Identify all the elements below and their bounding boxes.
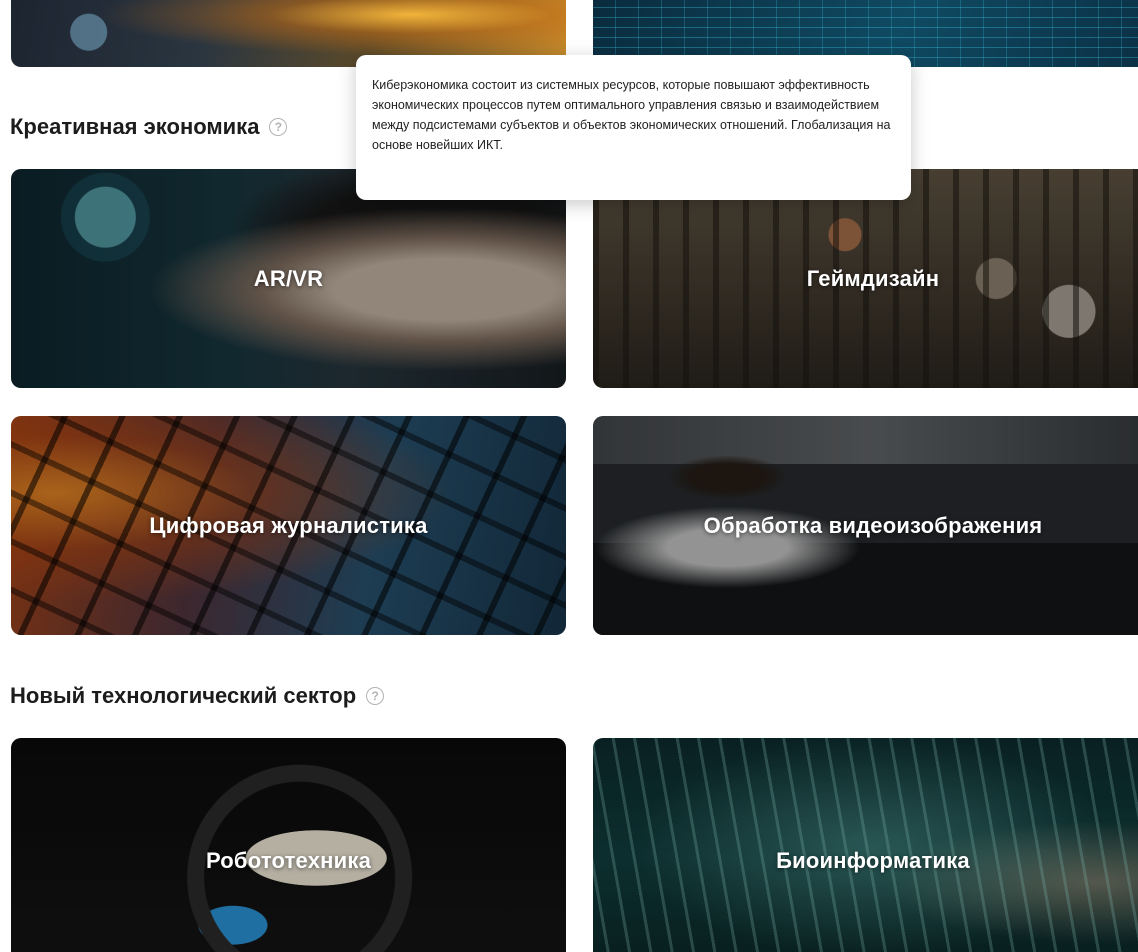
card-label: Обработка видеоизображения — [703, 512, 1043, 538]
card-label: Биоинформатика — [776, 848, 970, 873]
card-digital-journalism[interactable]: Цифровая журналистика — [11, 416, 566, 635]
tooltip-text: Киберэкономика состоит из системных ресу… — [372, 78, 891, 152]
card-label: AR/VR — [253, 265, 324, 291]
card-overlay — [593, 738, 1138, 952]
card-game-design[interactable]: Геймдизайн — [593, 169, 1138, 388]
tooltip-popover: Киберэкономика состоит из системных ресу… — [356, 55, 911, 200]
card-robotics[interactable]: Робототехника — [11, 738, 566, 952]
section-title-creative-economy: Креативная экономика ? — [10, 114, 288, 140]
card-label: Цифровая журналистика — [149, 512, 428, 538]
card-label: Геймдизайн — [806, 265, 940, 291]
section-title-new-tech-sector: Новый технологический сектор ? — [10, 683, 385, 709]
page: Креативная экономика ? AR/VR Геймдизайн … — [0, 0, 1138, 952]
card-ar-vr[interactable]: AR/VR — [11, 169, 566, 388]
section-title-text: Новый технологический сектор — [10, 683, 357, 708]
card-bioinformatics[interactable]: Биоинформатика — [593, 738, 1138, 952]
card-video-processing[interactable]: Обработка видеоизображения — [593, 416, 1138, 635]
card-overlay — [11, 738, 566, 952]
card-label: Робототехника — [205, 848, 372, 873]
section-title-text: Креативная экономика — [10, 114, 260, 139]
question-circle-icon[interactable]: ? — [269, 118, 288, 136]
question-circle-icon[interactable]: ? — [366, 687, 385, 705]
